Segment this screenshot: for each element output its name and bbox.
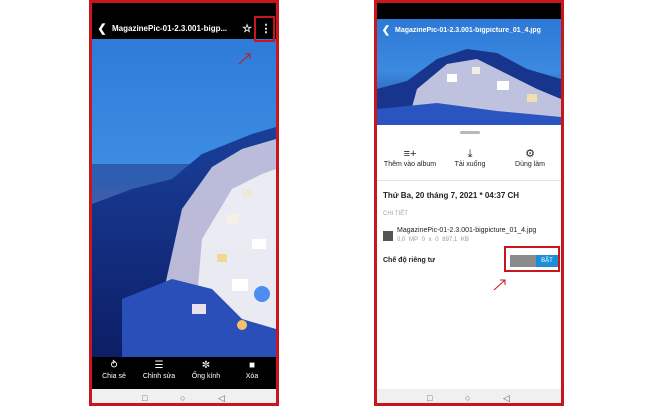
download-button[interactable]: ⤓ Tải xuống [441,147,499,168]
lens-button[interactable]: ✼ Ống kính [186,359,226,380]
phone-screen-photo-details: ❮ MagazinePic-01-2.3.001-bigpicture_01_4… [374,0,564,406]
use-as-button[interactable]: ⚙ Dùng làm [501,147,559,168]
file-meta: 0,0 MP 0 x 0 897,1 KB [397,237,469,243]
santorini-photo [92,39,276,357]
photo-title: MagazinePic-01-2.3.001-bigp... [112,23,228,33]
status-bar [377,3,561,19]
image-file-icon [383,231,393,241]
file-name: MagazinePic-01-2.3.001-bigpicture_01_4.j… [397,227,537,234]
system-nav-bar: □ ○ ◁ [377,389,561,403]
lens-label: Ống kính [191,373,221,380]
recents-icon[interactable]: □ [427,393,432,403]
drag-handle[interactable] [460,131,480,134]
share-button[interactable]: ⥁ Chia sẻ [94,359,134,380]
divider [377,180,561,181]
back-arrow-icon[interactable]: ❮ [92,22,112,35]
recents-icon[interactable]: □ [142,393,147,403]
download-icon: ⤓ [467,148,473,160]
add-to-playlist-icon: ≡+ [403,148,417,160]
lens-icon: ✼ [201,360,211,371]
edit-label: Chỉnh sửa [142,373,176,380]
highlight-privacy-toggle [504,246,560,272]
add-to-album-label: Thêm vào album [383,161,437,168]
top-app-bar: ❮ MagazinePic-01-2.3.001-bigp... ☆ ⋮ [92,17,276,39]
system-nav-bar: □ ○ ◁ [92,389,276,403]
home-icon[interactable]: ○ [180,393,185,403]
status-bar [92,3,276,17]
back-nav-icon[interactable]: ◁ [218,393,225,403]
privacy-mode-label: Chế độ riêng tư [383,257,436,264]
edit-button[interactable]: ☰ Chỉnh sửa [139,359,179,380]
photo-title: MagazinePic-01-2.3.001-bigpicture_01_4.j… [395,26,541,34]
use-as-label: Dùng làm [515,161,545,168]
delete-label: Xóa [245,373,259,380]
pointer-arrow-icon [238,53,251,65]
pointer-arrow-icon [493,279,506,291]
photo-date: Thứ Ba, 20 tháng 7, 2021 * 04:37 CH [383,191,520,200]
details-header: CHI TIẾT [383,211,408,217]
delete-button[interactable]: ■ Xóa [232,359,272,380]
add-to-album-button[interactable]: ≡+ Thêm vào album [381,147,439,168]
back-nav-icon[interactable]: ◁ [503,393,510,403]
top-app-bar: ❮ MagazinePic-01-2.3.001-bigpicture_01_4… [377,21,561,39]
edit-sliders-icon: ☰ [154,360,164,371]
share-label: Chia sẻ [102,373,126,380]
bottom-action-bar: ⥁ Chia sẻ ☰ Chỉnh sửa ✼ Ống kính ■ Xóa [92,357,276,389]
share-icon: ⥁ [110,360,118,371]
trash-icon: ■ [248,360,256,371]
home-icon[interactable]: ○ [465,393,470,403]
highlight-more-options [254,16,275,42]
download-label: Tải xuống [454,161,486,168]
back-arrow-icon[interactable]: ❮ [377,25,395,36]
gear-icon: ⚙ [525,148,535,160]
